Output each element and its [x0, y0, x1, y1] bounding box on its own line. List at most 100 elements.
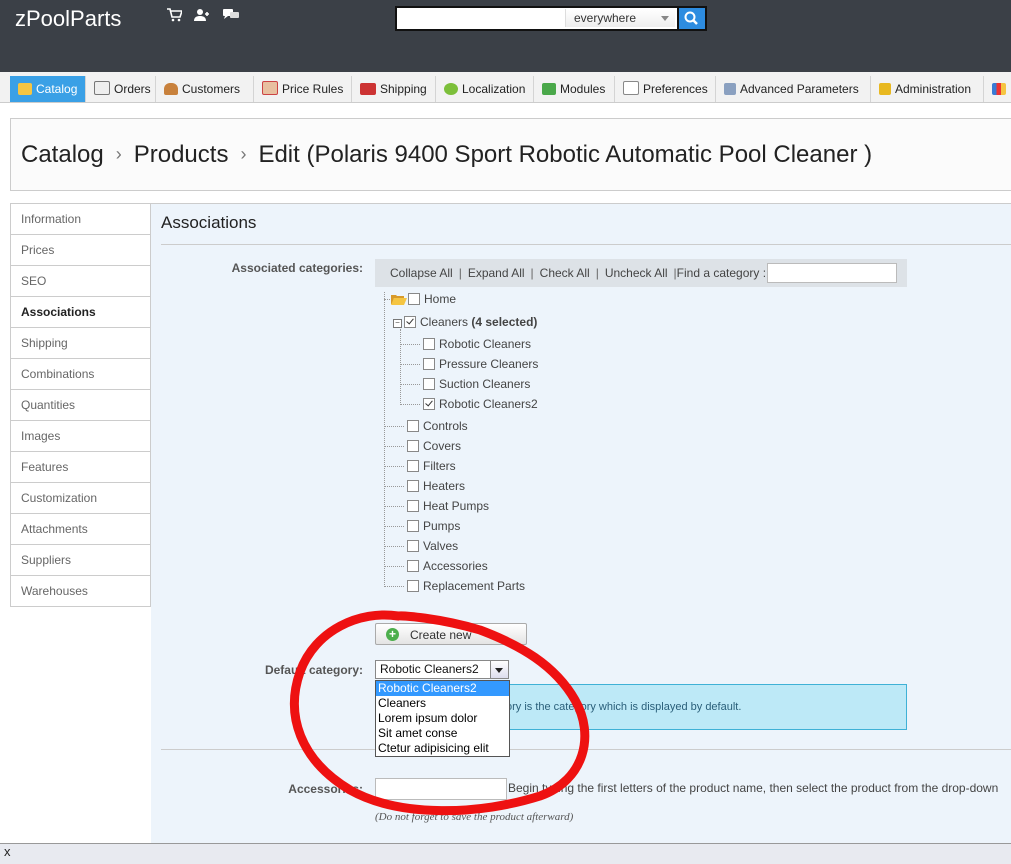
checkbox[interactable]	[404, 316, 416, 328]
tab-preferences[interactable]: Preferences	[615, 76, 716, 102]
tab-modules[interactable]: Modules	[534, 76, 615, 102]
checkbox[interactable]	[407, 500, 419, 512]
collapse-all-link[interactable]: Collapse All	[375, 266, 459, 280]
selected-count: (4 selected)	[471, 315, 538, 329]
nav-features[interactable]: Features	[11, 452, 150, 483]
tab-shipping[interactable]: Shipping	[352, 76, 436, 102]
tree-node-heaters[interactable]: Heaters	[407, 477, 465, 495]
checkbox[interactable]	[407, 440, 419, 452]
tree-node-cleaners[interactable]: − Cleaners (4 selected)	[393, 313, 537, 331]
dropdown-option[interactable]: Cleaners	[376, 696, 509, 711]
checkbox[interactable]	[407, 480, 419, 492]
tab-orders[interactable]: Orders	[86, 76, 156, 102]
checkbox[interactable]	[407, 420, 419, 432]
add-icon: +	[386, 628, 399, 641]
checkbox[interactable]	[423, 378, 435, 390]
nav-associations[interactable]: Associations	[11, 297, 150, 328]
tree-node-replacement-parts[interactable]: Replacement Parts	[407, 577, 525, 595]
messages-icon[interactable]	[222, 8, 239, 22]
uncheck-all-link[interactable]: Uncheck All	[599, 266, 674, 280]
dropdown-option[interactable]: Lorem ipsum dolor	[376, 711, 509, 726]
checkbox[interactable]	[423, 398, 435, 410]
preferences-icon	[623, 81, 639, 95]
nav-quantities[interactable]: Quantities	[11, 390, 150, 421]
tree-node-valves[interactable]: Valves	[407, 537, 458, 555]
tree-node-suction-cleaners[interactable]: Suction Cleaners	[423, 375, 530, 393]
checkbox[interactable]	[407, 560, 419, 572]
checkbox[interactable]	[408, 293, 420, 305]
associated-categories-label: Associated categories:	[231, 261, 363, 275]
tab-catalog[interactable]: Catalog	[10, 76, 86, 102]
panel-title: Associations	[161, 213, 257, 232]
folder-icon	[18, 83, 32, 95]
breadcrumb-separator: ›	[240, 144, 247, 164]
nav-combinations[interactable]: Combinations	[11, 359, 150, 390]
nav-seo[interactable]: SEO	[11, 266, 150, 297]
tab-advanced-parameters[interactable]: Advanced Parameters	[716, 76, 871, 102]
checkbox[interactable]	[423, 358, 435, 370]
find-category-input[interactable]	[767, 263, 897, 283]
close-icon[interactable]: x	[4, 844, 11, 859]
checkbox[interactable]	[407, 580, 419, 592]
nav-customization[interactable]: Customization	[11, 483, 150, 514]
tab-localization[interactable]: Localization	[436, 76, 534, 102]
collapse-toggle-icon[interactable]: −	[393, 319, 402, 328]
tab-stats[interactable]	[984, 76, 1011, 102]
associations-panel: Associations Associated categories: Coll…	[151, 203, 1011, 843]
dropdown-option[interactable]: Sit amet conse	[376, 726, 509, 741]
product-sections-nav: Information Prices SEO Associations Ship…	[10, 203, 151, 607]
chevron-down-icon[interactable]	[490, 661, 508, 678]
accessories-input[interactable]	[375, 778, 507, 800]
page-header: Catalog › Products › Edit (Polaris 9400 Spor…	[10, 118, 1011, 191]
tab-price-rules[interactable]: Price Rules	[254, 76, 352, 102]
tree-node-heat-pumps[interactable]: Heat Pumps	[407, 497, 489, 515]
default-category-select[interactable]: Robotic Cleaners2	[375, 660, 509, 679]
nav-prices[interactable]: Prices	[11, 235, 150, 266]
breadcrumb-products[interactable]: Products	[134, 141, 229, 168]
wrench-icon	[724, 83, 736, 95]
bottom-bar: x	[0, 843, 1011, 864]
divider	[161, 244, 1011, 245]
tree-node-pumps[interactable]: Pumps	[407, 517, 460, 535]
tree-node-home[interactable]: Home	[391, 290, 456, 308]
tree-node-robotic-cleaners2[interactable]: Robotic Cleaners2	[423, 395, 538, 413]
main-tabs: Catalog Orders Customers Price Rules Shi…	[0, 72, 1011, 103]
users-icon[interactable]	[194, 8, 210, 22]
dropdown-option[interactable]: Ctetur adipisicing elit	[376, 741, 509, 756]
globe-icon	[444, 83, 458, 95]
expand-all-link[interactable]: Expand All	[462, 266, 531, 280]
cart-icon[interactable]	[166, 8, 184, 22]
breadcrumb-catalog[interactable]: Catalog	[21, 141, 104, 168]
search-button[interactable]	[679, 6, 707, 31]
nav-information[interactable]: Information	[11, 204, 150, 235]
checkbox[interactable]	[407, 460, 419, 472]
user-icon	[164, 83, 178, 95]
truck-icon	[360, 83, 376, 95]
find-category-label: Find a category :	[676, 266, 767, 280]
tree-node-covers[interactable]: Covers	[407, 437, 461, 455]
search-scope-select[interactable]: everywhere	[565, 9, 675, 27]
check-all-link[interactable]: Check All	[534, 266, 596, 280]
tab-customers[interactable]: Customers	[156, 76, 254, 102]
cart-icon	[94, 81, 110, 95]
tree-node-filters[interactable]: Filters	[407, 457, 456, 475]
tree-node-pressure-cleaners[interactable]: Pressure Cleaners	[423, 355, 538, 373]
nav-warehouses[interactable]: Warehouses	[11, 576, 150, 607]
nav-images[interactable]: Images	[11, 421, 150, 452]
create-new-category-button[interactable]: + Create new	[375, 623, 527, 645]
tree-node-controls[interactable]: Controls	[407, 417, 468, 435]
nav-shipping[interactable]: Shipping	[11, 328, 150, 359]
tab-administration[interactable]: Administration	[871, 76, 984, 102]
default-category-dropdown[interactable]: Robotic Cleaners2 Cleaners Lorem ipsum d…	[375, 680, 510, 757]
nav-attachments[interactable]: Attachments	[11, 514, 150, 545]
checkbox[interactable]	[423, 338, 435, 350]
shop-name[interactable]: zPoolParts	[15, 6, 121, 32]
tree-node-accessories[interactable]: Accessories	[407, 557, 488, 575]
dropdown-option[interactable]: Robotic Cleaners2	[376, 681, 509, 696]
checkbox[interactable]	[407, 540, 419, 552]
tree-node-robotic-cleaners[interactable]: Robotic Cleaners	[423, 335, 531, 353]
tree-node-label: Cleaners	[420, 315, 469, 329]
accessories-label: Accessories:	[288, 782, 363, 796]
checkbox[interactable]	[407, 520, 419, 532]
nav-suppliers[interactable]: Suppliers	[11, 545, 150, 576]
